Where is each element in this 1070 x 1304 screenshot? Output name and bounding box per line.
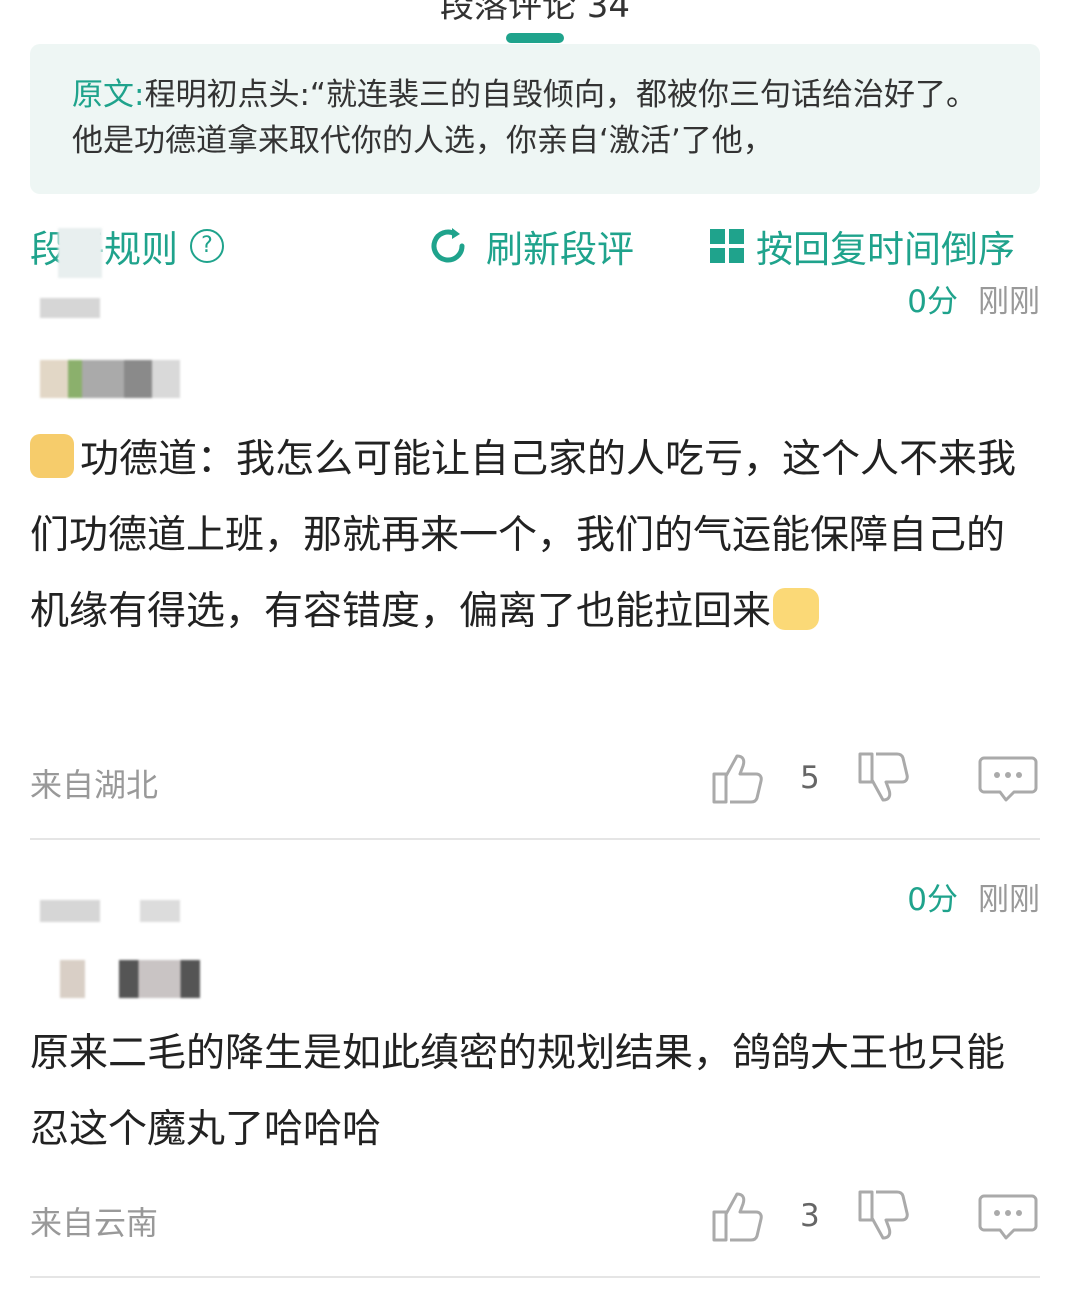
refresh-icon xyxy=(431,228,465,263)
comment-toolbar: 段评规则 ? 刷新段评 按回复时间倒序 xyxy=(30,218,1040,274)
sort-button[interactable]: 按回复时间倒序 xyxy=(710,218,1015,274)
avatar[interactable] xyxy=(58,228,102,278)
comment-actions: 5 xyxy=(710,750,1040,806)
refresh-button[interactable]: 刷新段评 xyxy=(428,218,634,274)
comment-item: 0分 刚刚 原来二毛的降生是如此缜密的规划结果，鸽鸽大王也只能忍这个魔丸了哈哈哈 … xyxy=(30,874,1040,1274)
score-time: 0分 刚刚 xyxy=(907,276,1040,321)
reply-bubble-icon[interactable] xyxy=(978,1192,1038,1242)
top-bar: 段落评论 34 xyxy=(0,0,1070,43)
comment-time: 刚刚 xyxy=(978,284,1040,320)
comment-time: 刚刚 xyxy=(978,882,1040,918)
original-text-panel: 原文:程明初点头:“就连裴三的自毁倾向，都被你三句话给治好了。他是功德道拿来取代… xyxy=(30,44,1040,194)
happy-face-emoji-icon xyxy=(773,588,820,630)
thumbs-down-icon[interactable] xyxy=(856,1188,912,1244)
comment-location: 来自湖北 xyxy=(30,766,159,804)
comment-location: 来自云南 xyxy=(30,1204,159,1242)
original-text: 程明初点头:“就连裴三的自毁倾向，都被你三句话给治好了。他是功德道拿来取代你的人… xyxy=(72,77,977,159)
like-count: 5 xyxy=(800,760,820,796)
thumbs-up-icon[interactable] xyxy=(710,1188,766,1244)
rules-label: 段评规则 xyxy=(30,228,178,271)
refresh-label: 刷新段评 xyxy=(486,228,634,271)
comment-score: 0分 xyxy=(907,882,958,918)
page-title: 段落评论 34 xyxy=(439,0,631,26)
comment-text[interactable]: 功德道：我怎么可能让自己家的人吃亏，这个人不来我们功德道上班，那就再来一个，我们… xyxy=(30,422,1040,650)
comment-text[interactable]: 原来二毛的降生是如此缜密的规划结果，鸽鸽大王也只能忍这个魔丸了哈哈哈 xyxy=(30,1016,1040,1168)
comment-actions: 3 xyxy=(710,1188,1040,1244)
comment-item: 0分 刚刚 功德道：我怎么可能让自己家的人吃亏，这个人不来我们功德道上班，那就再来… xyxy=(30,276,1040,836)
comment-divider xyxy=(30,1276,1040,1278)
original-label: 原文: xyxy=(72,77,145,113)
score-time: 0分 刚刚 xyxy=(907,874,1040,919)
drag-handle[interactable] xyxy=(506,33,564,43)
like-count: 3 xyxy=(800,1198,820,1234)
reply-bubble-icon[interactable] xyxy=(978,754,1038,804)
comment-score: 0分 xyxy=(907,284,958,320)
grid-icon xyxy=(710,229,744,263)
sort-label: 按回复时间倒序 xyxy=(756,228,1015,271)
thumbs-down-icon[interactable] xyxy=(856,750,912,806)
comment-divider xyxy=(30,838,1040,840)
thumbs-up-icon[interactable] xyxy=(710,750,766,806)
question-circle-icon[interactable]: ? xyxy=(190,229,224,263)
bee-emoji-icon xyxy=(30,434,74,478)
